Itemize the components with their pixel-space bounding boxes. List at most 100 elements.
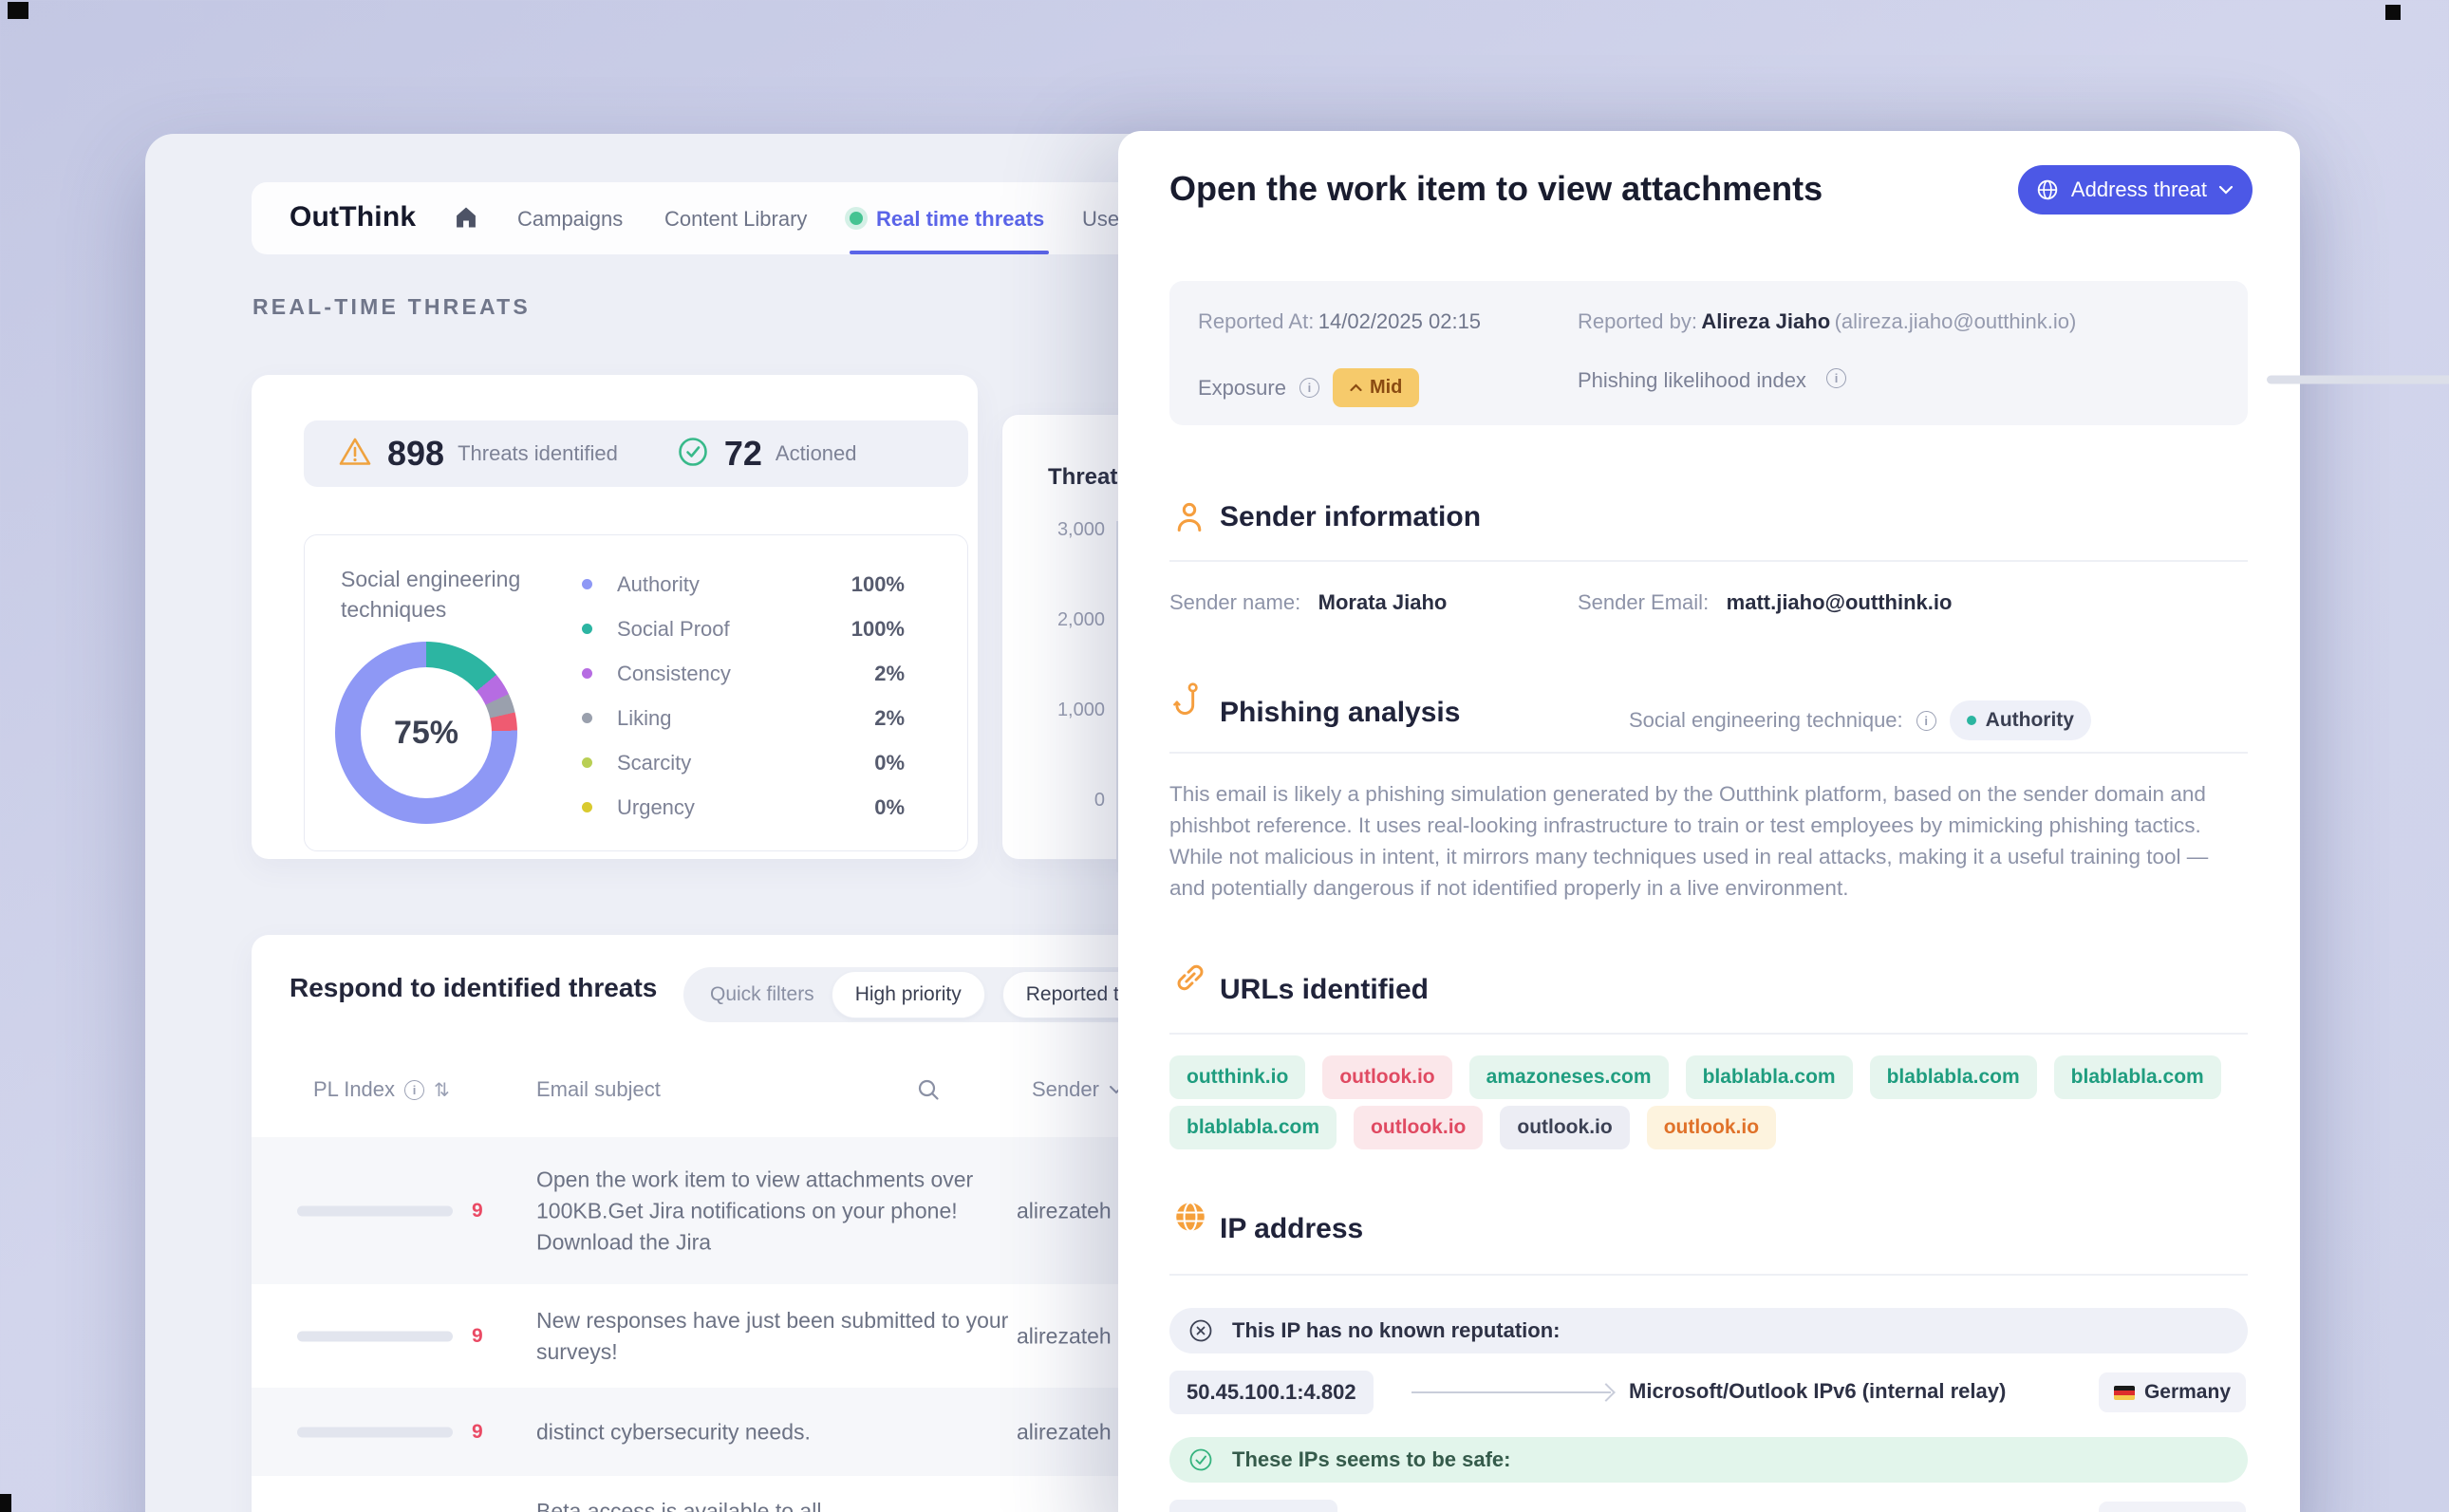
legend-value: 0% — [874, 751, 905, 775]
column-pl-index[interactable]: PL Index i ⇅ — [313, 1077, 450, 1102]
sender-email-label: Sender Email: — [1578, 590, 1709, 614]
ip-row: 50.45.100.102 Microsoft/Outlook IPv6 (in… — [1169, 1500, 2248, 1512]
threats-identified-count: 898 — [387, 434, 444, 474]
ip-reputation-text: This IP has no known reputation: — [1232, 1318, 1561, 1343]
info-icon[interactable]: i — [1299, 378, 1319, 398]
url-chip[interactable]: blablabla.com — [1870, 1055, 2037, 1099]
sender-cell: alirezateh — [1017, 1419, 1112, 1445]
legend-item: Scarcity0% — [582, 748, 905, 777]
active-tab-underline — [850, 251, 1049, 254]
person-icon — [1173, 499, 1206, 538]
reported-by-label: Reported by: — [1578, 309, 1697, 333]
legend-item: Urgency0% — [582, 793, 905, 822]
sender-name: Sender name: Morata Jiaho — [1169, 590, 1447, 615]
legend-item: Consistency2% — [582, 659, 905, 688]
donut-legend: Authority100% Social Proof100% Consisten… — [582, 569, 905, 822]
donut-center-value: 75% — [335, 642, 517, 824]
sender-email-value: matt.jiaho@outthink.io — [1727, 590, 1953, 614]
ip-relay: Microsoft/Outlook IPv6 (internal relay) — [1629, 1508, 2006, 1512]
email-subject-cell: distinct cybersecurity needs. — [536, 1416, 1016, 1447]
actioned-count: 72 — [724, 434, 762, 474]
divider — [1169, 752, 2248, 754]
stats-strip: 898 Threats identified 72 Actioned — [304, 420, 968, 487]
ip-safe-banner: These IPs seems to be safe: — [1169, 1437, 2248, 1483]
pl-index-score: 9 — [472, 1200, 483, 1223]
sort-icon[interactable]: ⇅ — [434, 1078, 450, 1102]
legend-item: Liking2% — [582, 703, 905, 733]
link-icon — [1173, 961, 1207, 999]
sender-name-label: Sender name: — [1169, 590, 1300, 614]
legend-label: Social Proof — [617, 617, 730, 642]
sender-email: Sender Email: matt.jiaho@outthink.io — [1578, 590, 1952, 615]
url-chip[interactable]: blablabla.com — [2054, 1055, 2221, 1099]
divider — [1169, 1274, 2248, 1276]
email-subject-cell: Open the work item to view attachments o… — [536, 1164, 1016, 1258]
technique-dot — [1967, 716, 1976, 725]
reported-at-label: Reported At: — [1198, 309, 1314, 333]
info-icon[interactable]: i — [1826, 368, 1846, 388]
page-title: REAL-TIME THREATS — [252, 294, 531, 320]
phishing-analysis-heading: Phishing analysis — [1220, 697, 1460, 729]
check-circle-icon — [1188, 1447, 1213, 1472]
nav-item-campaigns[interactable]: Campaigns — [517, 207, 623, 232]
arrow-right-icon — [1411, 1391, 1611, 1393]
url-chip[interactable]: blablabla.com — [1169, 1106, 1337, 1149]
globe-badge-icon — [2035, 177, 2060, 202]
exposure-label: Exposure — [1198, 376, 1286, 401]
address-threat-button[interactable]: Address threat — [2018, 165, 2253, 215]
technique-label: Social engineering technique: — [1629, 708, 1903, 733]
reported-by: Reported by: Alireza Jiaho (alireza.jiah… — [1578, 309, 2076, 334]
legend-label: Urgency — [617, 795, 695, 820]
legend-value: 100% — [851, 617, 905, 642]
pl-index-bar — [297, 1205, 453, 1216]
reported-by-email: (alireza.jiaho@outthink.io) — [1835, 309, 2077, 333]
sender-name-value: Morata Jiaho — [1318, 590, 1448, 614]
info-icon[interactable]: i — [1916, 711, 1936, 731]
email-subject-cell: New responses have just been submitted t… — [536, 1305, 1016, 1368]
url-chip[interactable]: outlook.io — [1354, 1106, 1483, 1149]
country-chip: Germany — [2099, 1372, 2246, 1412]
url-chip[interactable]: outthink.io — [1169, 1055, 1305, 1099]
ip-chip[interactable]: 50.45.100.1:4.802 — [1169, 1371, 1374, 1414]
url-chip[interactable]: outlook.io — [1647, 1106, 1776, 1149]
exposure-badge: Mid — [1333, 368, 1419, 407]
screen-artifact — [8, 2, 28, 19]
ip-reputation-banner: This IP has no known reputation: — [1169, 1308, 2248, 1353]
technique-row: Social engineering technique: i Authorit… — [1629, 700, 2091, 740]
divider — [1169, 1033, 2248, 1035]
hook-icon — [1173, 681, 1204, 722]
pl-index-score: 9 — [472, 1325, 483, 1348]
nav-item-content-library[interactable]: Content Library — [664, 207, 807, 232]
circle-x-icon — [1188, 1318, 1213, 1343]
email-subject-label: Email subject — [536, 1077, 661, 1102]
ip-chip[interactable]: 50.45.100.102 — [1169, 1500, 1337, 1512]
url-chip[interactable]: amazoneses.com — [1469, 1055, 1669, 1099]
nav-item-real-time-threats[interactable]: Real time threats — [876, 207, 1044, 232]
country-chip: Germany — [2099, 1502, 2246, 1512]
legend-dot — [582, 713, 592, 723]
search-icon[interactable] — [916, 1077, 941, 1102]
legend-dot — [582, 624, 592, 634]
legend-value: 2% — [874, 662, 905, 686]
ip-safe-text: These IPs seems to be safe: — [1232, 1447, 1510, 1472]
y-tick: 1,000 — [1002, 700, 1105, 721]
pli-row: Phishing likelihood index i 8/10 — [1578, 357, 2248, 402]
pl-index-score: 9 — [472, 1421, 483, 1444]
legend-label: Liking — [617, 706, 671, 731]
legend-item: Social Proof 100% — [582, 614, 905, 644]
address-threat-label: Address threat — [2071, 177, 2207, 202]
url-chip[interactable]: outlook.io — [1500, 1106, 1629, 1149]
warning-triangle-icon — [338, 436, 372, 473]
url-chip[interactable]: blablabla.com — [1686, 1055, 1853, 1099]
info-icon[interactable]: i — [404, 1080, 424, 1100]
home-icon[interactable] — [453, 204, 479, 235]
quick-filters-label: Quick filters — [710, 983, 814, 1006]
social-engineering-donut-chart: 75% — [335, 642, 517, 824]
column-sender[interactable]: Sender — [1032, 1077, 1124, 1102]
url-chip[interactable]: outlook.io — [1322, 1055, 1451, 1099]
screen-artifact — [2385, 5, 2401, 20]
pli-label: Phishing likelihood index — [1578, 368, 1806, 393]
pl-index-bar — [297, 1331, 453, 1341]
outthink-logo: OutThink — [290, 201, 416, 233]
filter-high-priority[interactable]: High priority — [832, 971, 985, 1018]
